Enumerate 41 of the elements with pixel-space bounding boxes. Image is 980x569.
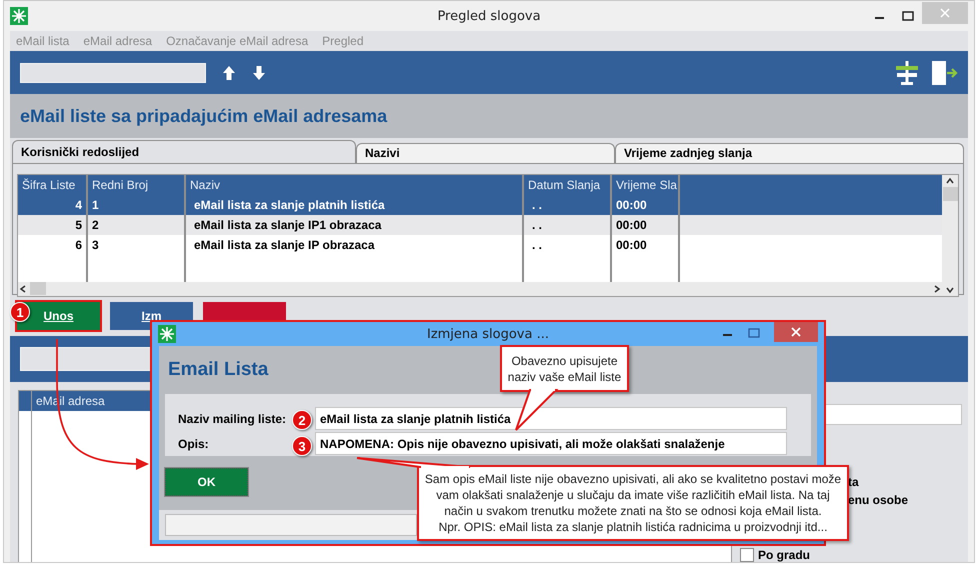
page-heading: eMail liste sa pripadajućim eMail adresama [10, 94, 968, 138]
exit-door-icon[interactable] [932, 60, 958, 85]
field-label: Opis: [178, 436, 209, 450]
scrollbar-thumb[interactable] [942, 186, 958, 201]
up-arrow-icon[interactable] [222, 64, 236, 81]
dialog-title: Izmjena slogova ... [426, 326, 549, 342]
dialog-heading: Email Lista [168, 358, 268, 382]
signpost-icon[interactable] [896, 60, 918, 85]
tab[interactable]: Korisnički redoslijed [12, 140, 356, 163]
table-cell: 2 [88, 214, 186, 235]
checkbox[interactable] [740, 548, 754, 562]
table-cell: eMail lista za slanje IP obrazaca [186, 234, 524, 255]
checkbox-label: Po gradu [758, 548, 810, 562]
table-cell: 3 [88, 234, 186, 255]
maximize-icon[interactable] [902, 10, 914, 22]
app-icon [10, 7, 28, 25]
tab[interactable]: Vrijeme zadnjeg slanja [615, 142, 964, 163]
table-row[interactable]: 6 3 eMail lista za slanje IP obrazaca . . 00:00 [18, 234, 942, 255]
table-cell: 5 [18, 214, 88, 235]
app-icon [158, 325, 176, 343]
option-label: ta [848, 475, 859, 490]
scrollbar-thumb[interactable] [30, 282, 46, 296]
table-cell: 6 [18, 234, 88, 255]
option-label: enu osobe [848, 493, 908, 508]
field-label: Naziv mailing liste: [178, 412, 286, 426]
tab[interactable]: Nazivi [356, 142, 615, 163]
table-cell: . . [524, 234, 612, 255]
table-row[interactable]: 4 1 eMail lista za slanje platnih listića . . 00:00 [18, 194, 942, 215]
ok-button[interactable]: OK [165, 468, 248, 496]
table-row[interactable]: 5 2 eMail lista za slanje IP1 obrazaca . . 00:00 [18, 214, 942, 235]
search-field[interactable] [20, 62, 206, 83]
scroll-right-icon[interactable] [932, 282, 942, 295]
close-icon[interactable] [791, 327, 801, 337]
window-title: Pregled slogova [437, 8, 541, 24]
callout-tail [515, 389, 558, 431]
table-cell: 00:00 [612, 234, 680, 255]
table-cell: eMail lista za slanje IP1 obrazaca [186, 214, 524, 235]
table-cell: 00:00 [612, 214, 680, 235]
down-arrow-icon[interactable] [252, 64, 266, 81]
table-cell: . . [524, 214, 612, 235]
scroll-left-icon[interactable] [18, 282, 28, 295]
